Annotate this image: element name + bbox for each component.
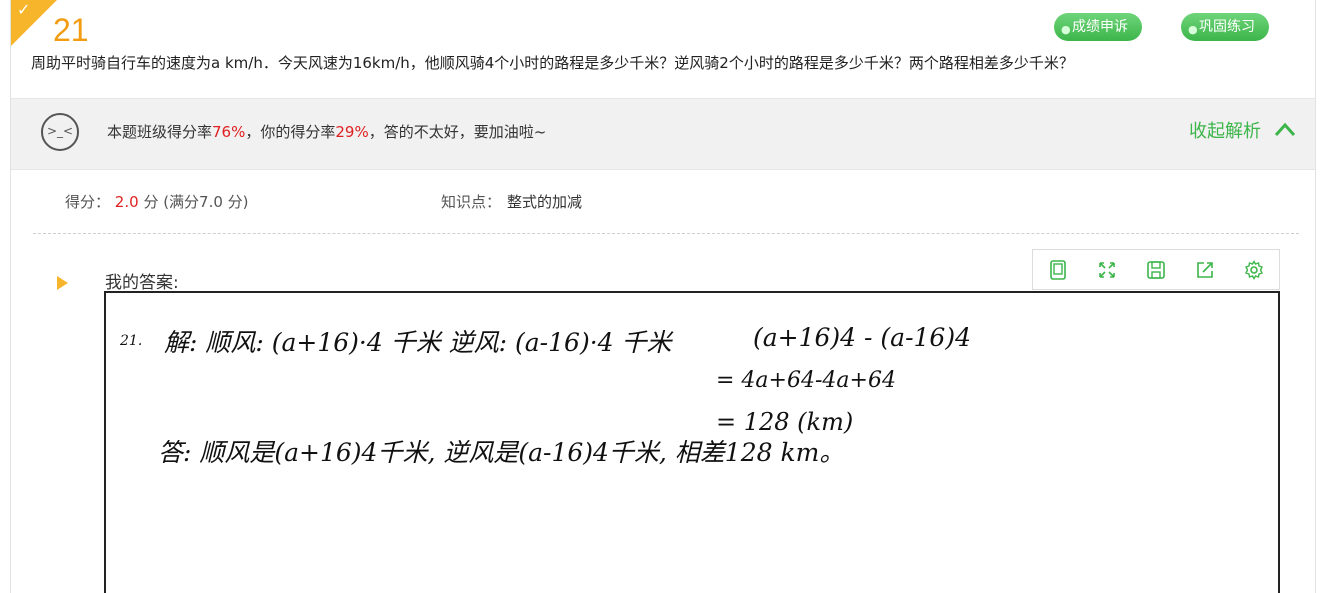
knowledge-label: 知识点：	[441, 193, 502, 211]
score-label: 得分：	[65, 193, 111, 211]
save-icon	[1147, 260, 1165, 279]
share-icon	[1197, 261, 1214, 278]
score-value: 2.0	[114, 193, 139, 211]
appeal-label: 成绩申诉	[1072, 19, 1128, 35]
practice-button[interactable]: ● 巩固练习	[1181, 13, 1269, 41]
expand-icon	[1098, 261, 1115, 278]
check-icon: ✓	[17, 0, 31, 19]
question-number: 21	[53, 12, 89, 48]
class-rate: 76%	[212, 123, 246, 141]
handwriting-line2: 答: 顺风是(a+16)4千米, 逆风是(a-16)4千米, 相差128 km。	[158, 438, 845, 467]
question-text: 周助平时骑自行车的速度为a km/h．今天风速为16km/h，他顺风骑4个小时的…	[31, 54, 1074, 72]
stats-middle: ，你的得分率	[245, 123, 336, 141]
handwriting-line1: 解: 顺风: (a+16)·4 千米 逆风: (a-16)·4 千米	[164, 328, 672, 357]
share-button[interactable]	[1181, 250, 1230, 289]
page-icon	[1049, 259, 1066, 280]
leaf-icon: ●	[1061, 23, 1071, 36]
appeal-button[interactable]: ● 成绩申诉	[1054, 13, 1142, 41]
your-rate: 29%	[335, 123, 369, 141]
save-button[interactable]	[1131, 250, 1180, 289]
image-toolbar	[1032, 249, 1280, 290]
knowledge-value: 整式的加减	[507, 193, 583, 211]
stats-suffix: ，答的不太好，要加油啦~	[368, 123, 547, 141]
chevron-up-icon[interactable]	[1273, 119, 1297, 139]
my-answer-label: 我的答案:	[105, 273, 179, 293]
collapse-analysis-link[interactable]: 收起解析	[1189, 117, 1261, 143]
handwriting-expr: (a+16)4 - (a-16)4	[753, 323, 971, 352]
knowledge-point: 知识点： 整式的加减	[441, 191, 582, 212]
settings-button[interactable]	[1230, 250, 1279, 289]
divider	[33, 233, 1299, 234]
practice-label: 巩固练习	[1199, 19, 1255, 35]
play-arrow-icon	[57, 276, 68, 290]
handwriting-step1: = 4a+64-4a+64	[716, 368, 896, 393]
sad-face-icon: >_<	[41, 113, 79, 151]
handwriting-qnum: 21.	[120, 333, 143, 349]
stats-prefix: 本题班级得分率	[107, 123, 213, 141]
answer-image: 21. 解: 顺风: (a+16)·4 千米 逆风: (a-16)·4 千米 (…	[104, 291, 1280, 593]
settings-icon	[1245, 259, 1264, 280]
handwriting-step2: = 128 (km)	[716, 408, 854, 436]
page-button[interactable]	[1033, 250, 1082, 289]
stats-text: 本题班级得分率76%，你的得分率29%，答的不太好，要加油啦~	[107, 121, 546, 142]
leaf-icon: ●	[1188, 23, 1198, 36]
score-rest: 分 (满分7.0 分)	[143, 193, 249, 211]
score-row: 得分： 2.0 分 (满分7.0 分)	[65, 191, 249, 212]
question-card: ✓ 21 ● 成绩申诉 ● 巩固练习 周助平时骑自行车的速度为a km/h．今天…	[10, 0, 1316, 593]
stats-bar: >_< 本题班级得分率76%，你的得分率29%，答的不太好，要加油啦~ 收起解析	[11, 98, 1315, 170]
expand-button[interactable]	[1082, 250, 1131, 289]
